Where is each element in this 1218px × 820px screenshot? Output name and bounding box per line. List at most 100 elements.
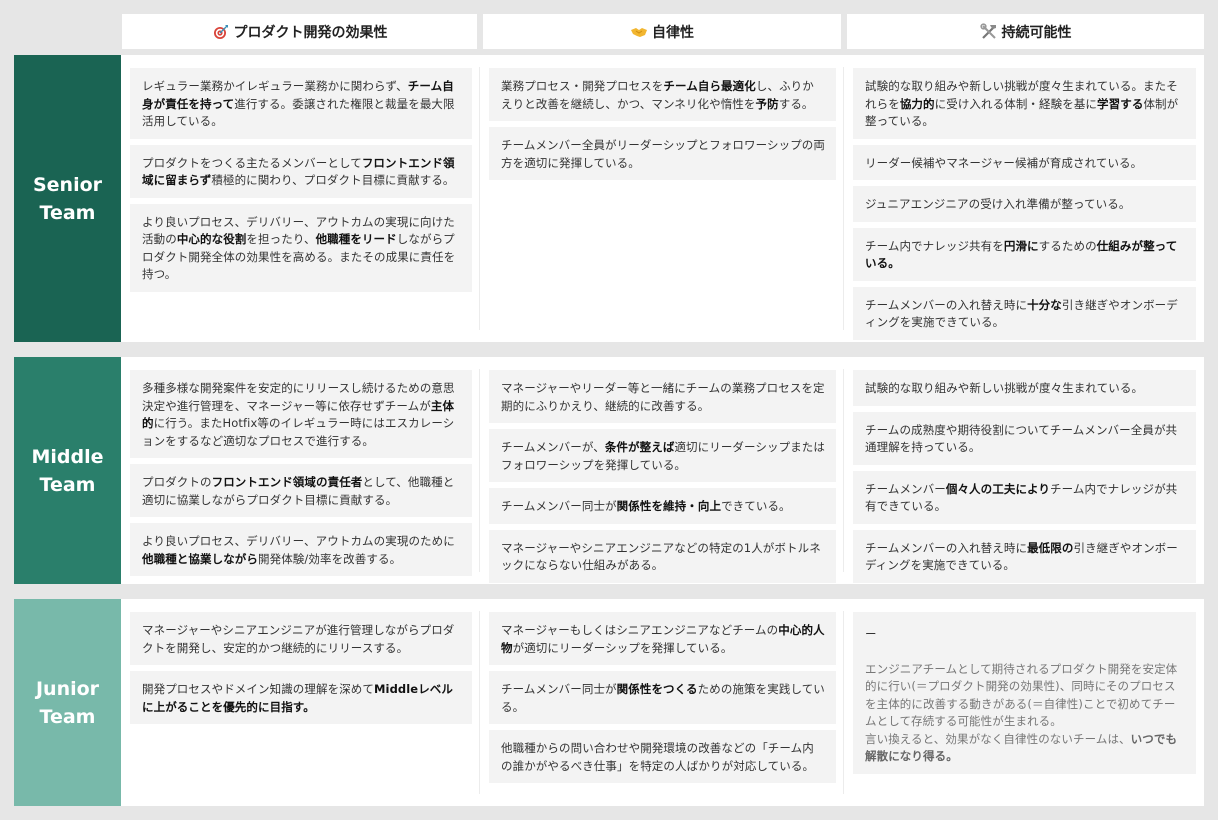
body-text: レギュラー業務かイレギュラー業務かに関わらず、 [142,79,408,93]
criteria-card: マネージャーやリーダー等と一緒にチームの業務プロセスを定期的にふりかえり、継続的… [489,370,836,423]
emphasis-text: 個々人の工夫により [945,481,1051,496]
handshake-icon [630,23,648,41]
criteria-card: 試験的な取り組みや新しい挑戦が度々生まれている。またそれらを協力的に受け入れる体… [853,68,1196,139]
target-icon [212,23,230,41]
criteria-card: チームメンバーの入れ替え時に最低限の引き継ぎやオンボーディングを実施できている。 [853,529,1196,583]
emphasis-text: 十分な [1027,297,1062,312]
body-text: チームメンバー全員がリーダーシップとフォロワーシップの両方を適切に発揮している。 [501,138,825,170]
body-text: エンジニアチームとして期待されるプロダクト開発を安定体的に行い(＝プロダクト開発… [865,661,1178,729]
body-text: 積極的に関わり、プロダクト目標に貢献する。 [211,173,455,187]
criteria-card: より良いプロセス、デリバリー、アウトカムの実現のために他職種と協業しながら開発体… [130,523,472,576]
emphasis-text: 関係性を維持・向上 [616,499,722,513]
column-header-effectiveness: プロダクト開発の効果性 [122,14,477,49]
body-text: 試験的な取り組みや新しい挑戦が度々生まれている。 [865,381,1144,395]
column-header-label: プロダクト開発の効果性 [233,24,388,41]
cell-senior-effectiveness: レギュラー業務かイレギュラー業務かに関わらず、チーム自身が責任を持って進行する。… [121,55,480,342]
row-label-line: Team [39,473,96,496]
empty-dash: ー [865,627,877,641]
body-text: を担ったり、 [246,232,316,246]
criteria-card: マネージャーやシニアエンジニアが進行管理しながらプロダクトを開発し、安定的かつ継… [130,612,472,665]
body-text: チームメンバーの入れ替え時に [865,297,1028,312]
body-text: リーダー候補やマネージャー候補が育成されている。 [865,155,1143,170]
row-label-line: Team [39,705,96,728]
cell-middle-sustainability: 試験的な取り組みや新しい挑戦が度々生まれている。チームの成熟度や期待役割について… [844,357,1204,584]
emphasis-text: チーム自ら最適化 [663,79,756,93]
cell-senior-sustainability: 試験的な取り組みや新しい挑戦が度々生まれている。またそれらを協力的に受け入れる体… [844,55,1204,342]
emphasis-text: 協力的 [899,96,935,111]
body-text: プロダクトをつくる主たるメンバーとして [142,155,362,170]
column-header-autonomy: 自律性 [483,14,841,49]
criteria-card: 他職種からの問い合わせや開発環境の改善などの「チーム内の誰かがやるべき仕事」を特… [489,730,836,783]
body-text: チームメンバー同士が [501,682,617,696]
criteria-card: 業務プロセス・開発プロセスをチーム自ら最適化し、ふりかえりと改善を継続し、かつ、… [489,68,836,121]
criteria-card: チームメンバー同士が関係性をつくるための施策を実践している。 [489,671,836,724]
row-middle-team: Middle Team 多種多様な開発案件を安定的にリリースし続けるための意思決定… [14,357,1204,584]
body-text: するための [1038,238,1097,253]
body-text: マネージャーやシニアエンジニアが進行管理しながらプロダクトを開発し、安定的かつ継… [142,623,455,655]
cell-middle-autonomy: マネージャーやリーダー等と一緒にチームの業務プロセスを定期的にふりかえり、継続的… [480,357,844,584]
emphasis-text: 他職種と協業しながら [142,551,258,566]
row-label-line: Team [39,201,96,224]
criteria-card: チームメンバー同士が関係性を維持・向上できている。 [489,488,836,524]
criteria-card: チーム内でナレッジ共有を円滑にするための仕組みが整っている。 [853,227,1196,281]
criteria-card: チームメンバー個々人の工夫によりチーム内でナレッジが共有できている。 [853,470,1196,524]
note-text: エンジニアチームとして期待されるプロダクト開発を安定体的に行い(＝プロダクト開発… [865,661,1185,766]
body-text: マネージャーもしくはシニアエンジニアなどチームの [501,623,779,637]
body-text: チーム内でナレッジ共有を [865,238,1004,253]
criteria-card: チームの成熟度や期待役割についてチームメンバー全員が共通理解を持っている。 [853,411,1196,465]
body-text: 開発体験/効率を改善する。 [258,551,402,566]
criteria-card: チームメンバーの入れ替え時に十分な引き継ぎやオンボーディングを実施できている。 [853,286,1196,340]
emphasis-text: フロントエンド領域の責任者 [211,475,363,489]
body-text: 他職種からの問い合わせや開発環境の改善などの「チーム内の誰かがやるべき仕事」を特… [501,741,815,773]
criteria-card: 試験的な取り組みや新しい挑戦が度々生まれている。 [853,370,1196,406]
row-label-senior: Senior Team [14,55,121,342]
body-text: できている。 [721,499,791,513]
body-text: ジュニアエンジニアの受け入れ準備が整っている。 [865,197,1131,211]
body-text: チームメンバー [865,481,946,496]
body-text: チームメンバー同士が [501,499,617,513]
emphasis-text: 予防 [755,96,779,111]
body-text: が適切にリーダーシップを発揮している。 [512,640,733,655]
emphasis-text: 条件が整えば [604,440,675,454]
emphasis-text: 関係性をつくる [616,682,698,696]
row-junior-team: Junior Team マネージャーやシニアエンジニアが進行管理しながらプロダクト… [14,599,1204,806]
body-text: する。 [778,96,814,111]
criteria-card: 多種多様な開発案件を安定的にリリースし続けるための意思決定や進行管理を、マネージ… [130,370,472,458]
criteria-card: リーダー候補やマネージャー候補が育成されている。 [853,144,1196,180]
cell-senior-autonomy: 業務プロセス・開発プロセスをチーム自ら最適化し、ふりかえりと改善を継続し、かつ、… [480,55,844,342]
row-senior-team: Senior Team レギュラー業務かイレギュラー業務かに関わらず、チーム自身が… [14,55,1204,342]
tools-icon [979,22,998,41]
criteria-card: レギュラー業務かイレギュラー業務かに関わらず、チーム自身が責任を持って進行する。… [130,68,472,139]
body-text: チームメンバーが、 [501,440,605,454]
cell-middle-effectiveness: 多種多様な開発案件を安定的にリリースし続けるための意思決定や進行管理を、マネージ… [121,357,480,584]
column-header-label: 自律性 [652,24,694,41]
emphasis-text: 中心的な役割 [176,232,247,246]
body-text: 開発プロセスやドメイン知識の理解を深めて [142,682,374,696]
criteria-card: ジュニアエンジニアの受け入れ準備が整っている。 [853,186,1196,222]
emphasis-text: 他職種をリード [315,232,397,246]
column-header-row: プロダクト開発の効果性 自律性 持続可能性 [122,14,1204,49]
body-text: マネージャーやリーダー等と一緒にチームの業務プロセスを定期的にふりかえり、継続的… [501,381,825,413]
body-text: に受け入れる体制・経験を基に [934,96,1098,111]
body-text: 言い換えると、効果がなく自律性のないチームは、 [865,731,1131,746]
body-text: より良いプロセス、デリバリー、アウトカムの実現のために [142,534,455,548]
sustainability-note-card: ー エンジニアチームとして期待されるプロダクト開発を安定体的に行い(＝プロダクト… [853,612,1196,774]
row-label-junior: Junior Team [14,599,121,806]
row-label-line: Junior [35,677,100,700]
emphasis-text: 円滑に [1003,238,1039,253]
emphasis-text: 最低限の [1027,540,1074,555]
emphasis-text: 学習する [1097,96,1144,111]
row-label-line: Middle [31,445,104,468]
cell-junior-autonomy: マネージャーもしくはシニアエンジニアなどチームの中心的人物が適切にリーダーシップ… [480,599,844,806]
body-text: マネージャーやシニアエンジニアなどの特定の1人がボトルネックにならない仕組みがあ… [501,540,821,573]
body-text: 多種多様な開発案件を安定的にリリースし続けるための意思決定や進行管理を、マネージ… [142,381,455,413]
criteria-card: より良いプロセス、デリバリー、アウトカムの実現に向けた活動の中心的な役割を担った… [130,203,472,292]
column-header-label: 持続可能性 [1001,24,1072,41]
row-label-line: Senior [32,173,103,196]
body-text: プロダクトの [142,475,212,489]
body-text: 業務プロセス・開発プロセスを [501,79,664,93]
criteria-card: チームメンバー全員がリーダーシップとフォロワーシップの両方を適切に発揮している。 [489,127,836,180]
row-label-middle: Middle Team [14,357,121,584]
criteria-card: 開発プロセスやドメイン知識の理解を深めてMiddleレベルに上がることを優先的に… [130,671,472,724]
criteria-card: プロダクトのフロントエンド領域の責任者として、他職種と適切に協業しながらプロダク… [130,464,472,517]
